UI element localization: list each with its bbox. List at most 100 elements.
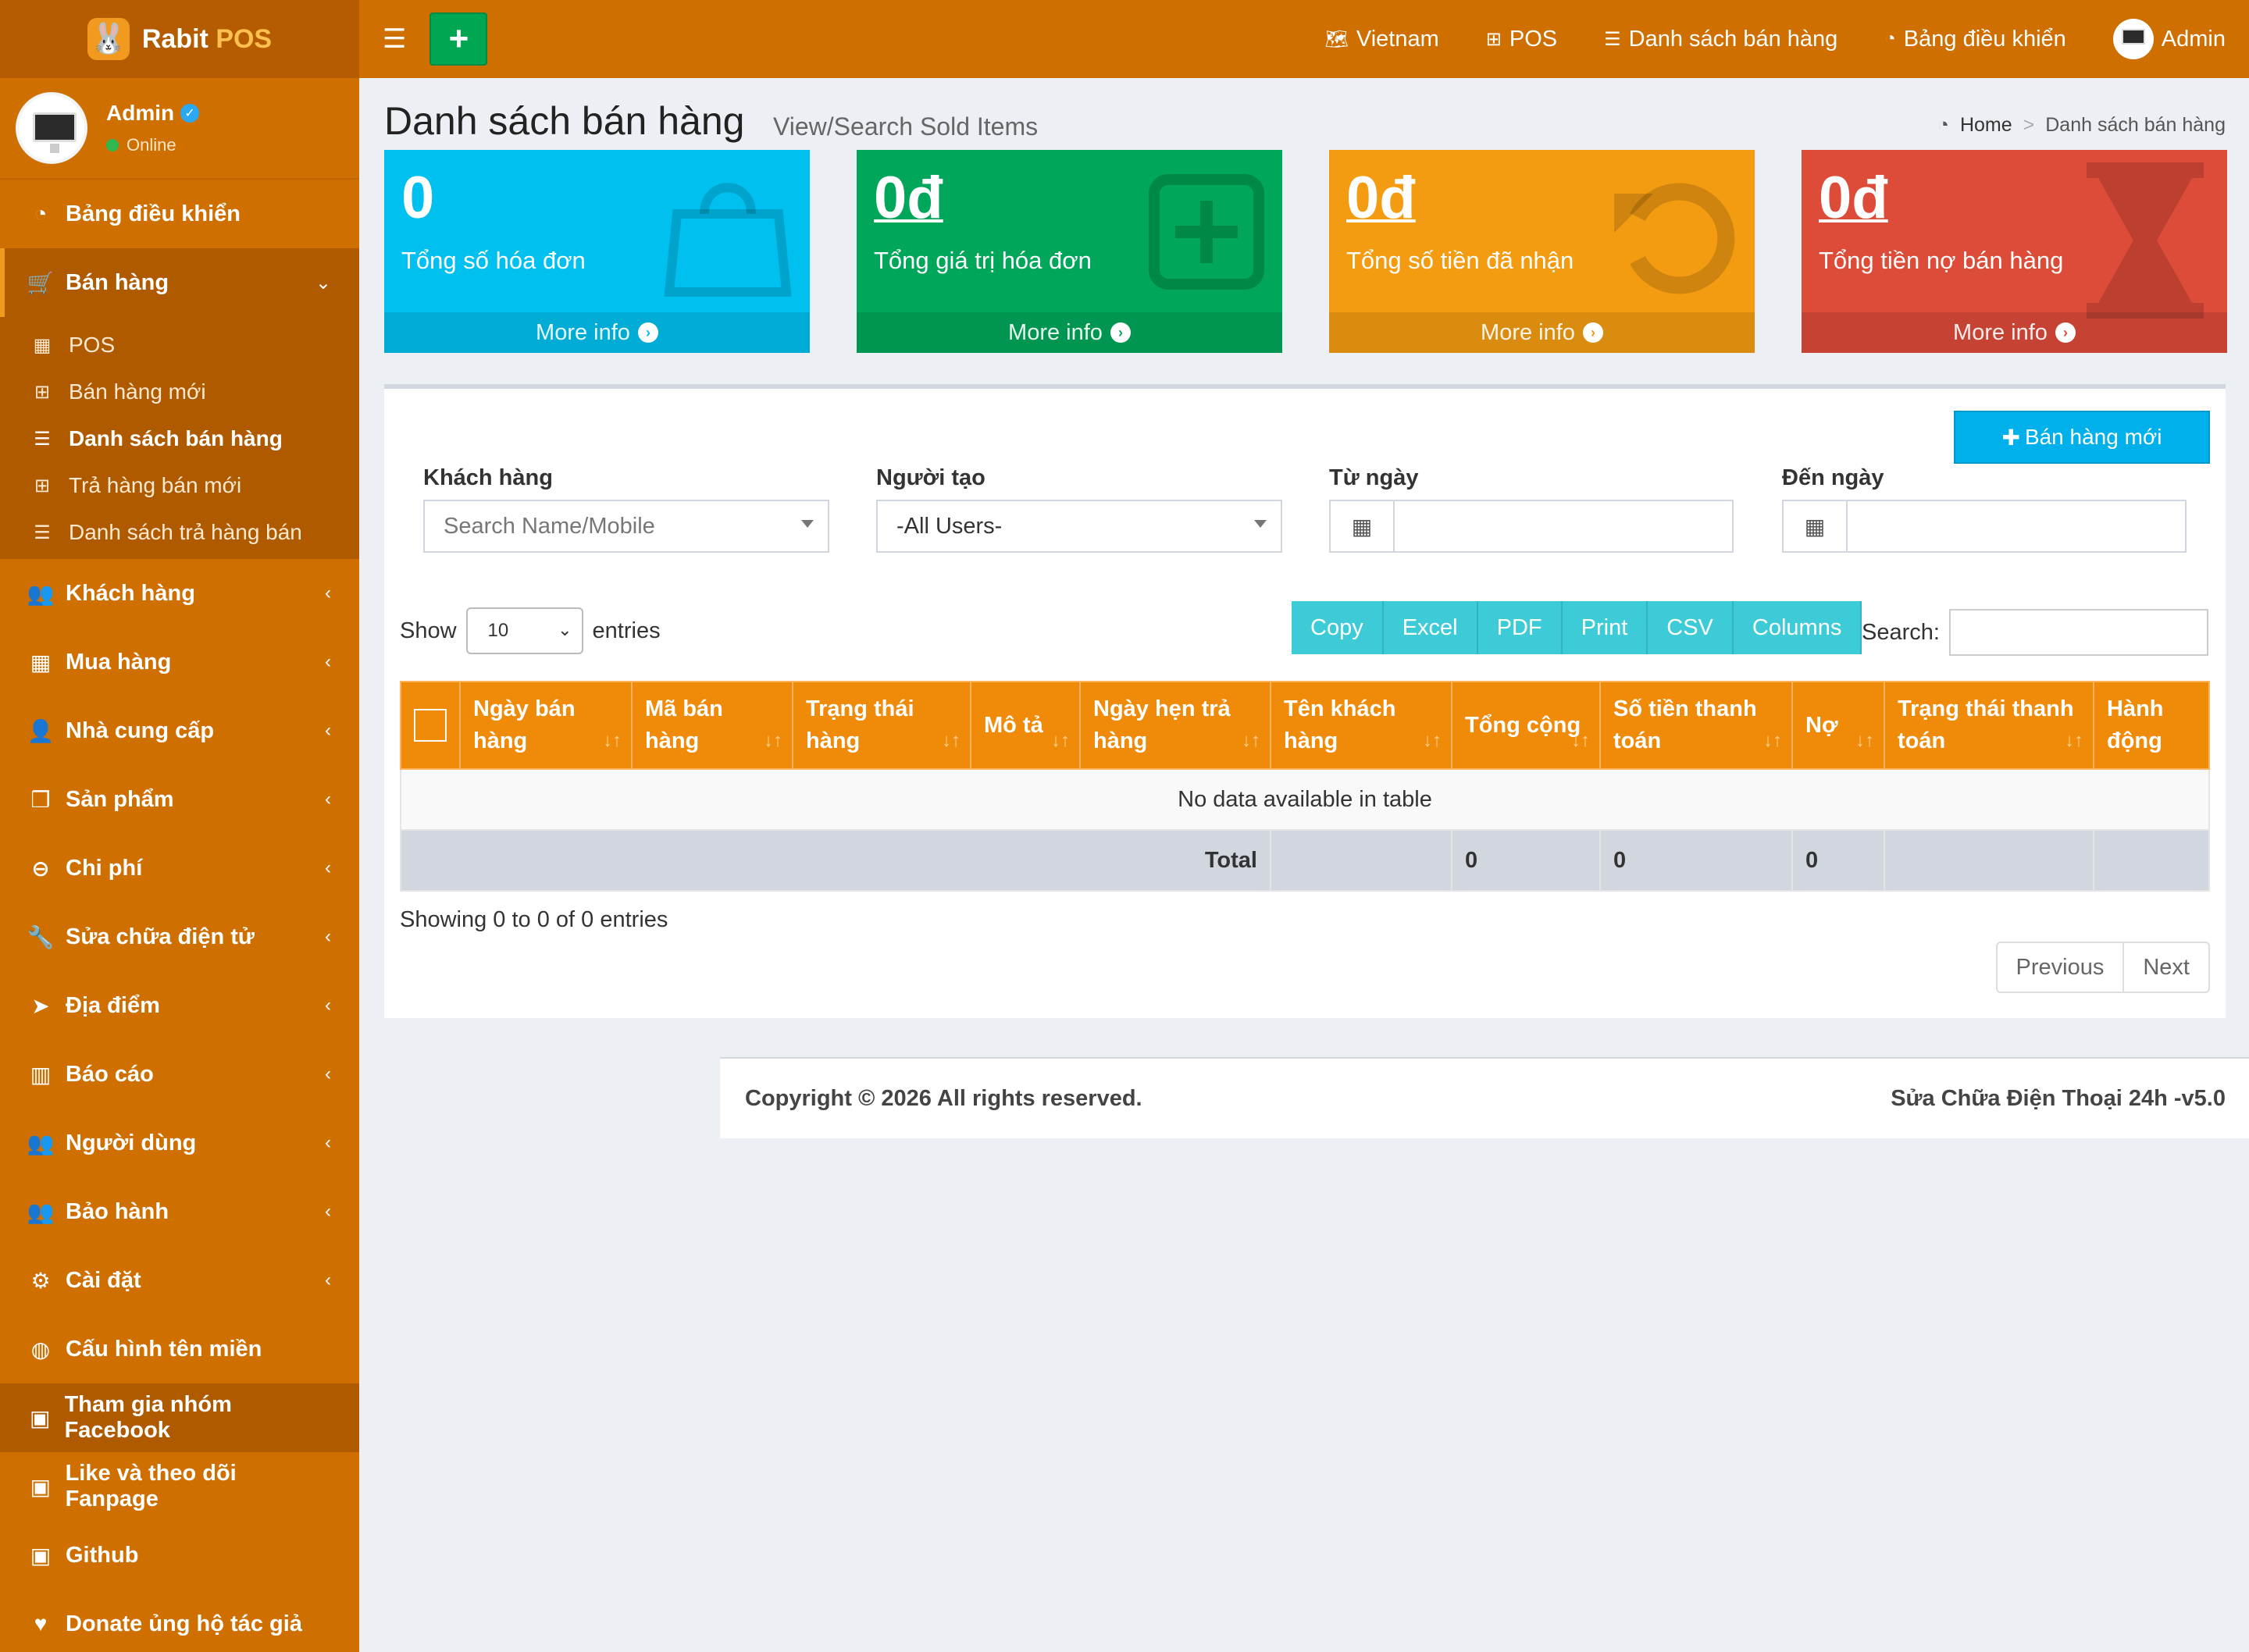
sidebar-item-label: Báo cáo [66,1061,154,1087]
submenu-item-sales-list[interactable]: ☰ Danh sách bán hàng [0,415,359,462]
breadcrumb-home[interactable]: Home [1960,114,2012,137]
users-icon: 👥 [27,1130,55,1155]
more-info-link[interactable]: More info › [1802,312,2227,353]
table-info: Showing 0 to 0 of 0 entries [400,907,668,932]
new-sale-button[interactable]: ✚ Bán hàng mới [1954,411,2210,464]
sidebar-item-warranty[interactable]: 👥 Bảo hành ‹ [0,1177,359,1246]
sidebar-item-purchases[interactable]: ▦ Mua hàng ‹ [0,628,359,696]
excel-button[interactable]: Excel [1383,601,1478,654]
col-item-status[interactable]: Trạng thái hàng ↓↑ [792,681,971,770]
user-menu[interactable]: Admin [2112,19,2226,59]
more-info-link[interactable]: More info › [857,312,1282,353]
col-debt[interactable]: Nợ ↓↑ [1791,681,1885,770]
copy-button[interactable]: Copy [1292,601,1384,654]
paper-plane-icon: ➤ [31,993,50,1018]
col-customer-name[interactable]: Tên khách hàng ↓↑ [1270,681,1452,770]
total-cell-empty [1270,829,1452,892]
customer-select[interactable]: Search Name/Mobile [423,500,829,553]
from-date-field[interactable]: ▦ [1329,500,1734,553]
more-info-link[interactable]: More info › [1329,312,1755,353]
sidebar-item-label: Chi phí [66,855,143,881]
topbar: ☰ + 🗺 Vietnam ⊞ POS ☰ Danh sách bán hàng ◔ B… [359,0,2249,78]
search-input[interactable] [1948,609,2208,656]
stat-value: 0đ [1819,165,1888,231]
sidebar-item-label: Donate ủng hộ tác giả [66,1611,302,1636]
caret-down-icon [1254,520,1267,528]
sidebar-item-settings[interactable]: ⚙ Cài đặt ‹ [0,1246,359,1315]
sidebar-item-donate[interactable]: ♥ Donate ủng hộ tác giả [0,1590,359,1652]
col-total[interactable]: Tổng cộng ↓↑ [1451,681,1601,770]
col-payment-status[interactable]: Trạng thái thanh toán ↓↑ [1884,681,2094,770]
chevron-left-icon: ‹ [325,1201,331,1222]
sidebar-item-label: Địa điểm [66,992,160,1018]
sidebar-item-facebook-group[interactable]: ▣ Tham gia nhóm Facebook [0,1383,359,1452]
topbar-dashboard-link[interactable]: ◔ Bảng điều khiển [1884,27,2066,52]
pdf-button[interactable]: PDF [1477,601,1563,654]
topbar-sales-list-link[interactable]: ☰ Danh sách bán hàng [1604,27,1837,52]
arrow-circle-right-icon: › [1582,322,1603,343]
logo[interactable]: 🐰 Rabit POS [0,0,359,78]
next-page-button[interactable]: Next [2122,943,2208,992]
col-sale-code[interactable]: Mã bán hàng ↓↑ [631,681,793,770]
content-header: Danh sách bán hàng View/Search Sold Item… [359,78,2249,150]
col-paid[interactable]: Số tiền thanh toán ↓↑ [1599,681,1793,770]
sidebar-item-github[interactable]: ▣ Github [0,1521,359,1590]
csv-button[interactable]: CSV [1648,601,1734,654]
column-label: Ngày hẹn trả hàng [1093,696,1231,753]
sales-table: Ngày bán hàng ↓↑ Mã bán hàng ↓↑ Trạng thái… [400,681,2210,892]
sidebar-item-reports[interactable]: ▥ Báo cáo ‹ [0,1040,359,1109]
submenu-item-pos[interactable]: ▦ POS [0,322,359,368]
chevron-left-icon: ‹ [325,926,331,947]
chevron-down-icon: ⌄ [315,272,331,294]
to-date-field[interactable]: ▦ [1782,500,2187,553]
more-info-label: More info [1008,319,1103,345]
page-length-select[interactable]: 10 ⌄ [465,607,583,654]
sort-icon: ↓↑ [1571,730,1590,752]
sidebar-item-label: Mua hàng [66,649,172,675]
submenu-item-return-list[interactable]: ☰ Danh sách trả hàng bán [0,509,359,556]
sidebar-item-expenses[interactable]: ⊖ Chi phí ‹ [0,834,359,903]
hamburger-menu-icon[interactable]: ☰ [383,23,406,55]
sidebar-item-customers[interactable]: 👥 Khách hàng ‹ [0,559,359,628]
total-cell-empty [2093,829,2210,892]
col-return-date[interactable]: Ngày hẹn trả hàng ↓↑ [1079,681,1271,770]
sidebar-item-repairs[interactable]: 🔧 Sửa chữa điện tử ‹ [0,903,359,971]
creator-select[interactable]: -All Users- [876,500,1282,553]
more-info-label: More info [1481,319,1575,345]
sidebar-item-fanpage[interactable]: ▣ Like và theo dõi Fanpage [0,1452,359,1521]
col-description[interactable]: Mô tả ↓↑ [970,681,1081,770]
briefcase-icon: ▣ [30,1543,52,1568]
logo-text: Rabit [141,23,209,54]
select-all-checkbox[interactable] [414,709,447,742]
sidebar-item-products[interactable]: ❒ Sản phẩm ‹ [0,765,359,834]
sidebar-item-dashboard[interactable]: ◔ Bảng điều khiển [0,180,359,248]
sidebar-item-suppliers[interactable]: 👤 Nhà cung cấp ‹ [0,696,359,765]
breadcrumb: ◔ Home > Danh sách bán hàng [1937,114,2226,137]
topbar-pos-link[interactable]: ⊞ POS [1486,27,1557,52]
column-label: Mô tả [984,712,1043,738]
column-label: Trạng thái thanh toán [1898,696,2074,753]
print-button[interactable]: Print [1562,601,1648,654]
total-sum: 0 [1451,829,1601,892]
sort-icon: ↓↑ [1423,730,1442,752]
creator-filter-label: Người tạo [876,465,985,490]
sales-submenu: ▦ POS ⊞ Bán hàng mới ☰ Danh sách bán hàng ⊞… [0,317,359,559]
sidebar-item-users[interactable]: 👥 Người dùng ‹ [0,1109,359,1177]
sidebar-item-label: Sửa chữa điện tử [66,924,255,949]
quick-add-button[interactable]: + [429,12,488,66]
grid-icon: ▦ [30,650,52,675]
sidebar: 🐰 Rabit POS Admin ✓ Online ◔ Bảng điều kh… [0,0,359,1652]
select-all-header [400,681,461,770]
col-sale-date[interactable]: Ngày bán hàng ↓↑ [459,681,633,770]
customer-filter-label: Khách hàng [423,465,553,490]
sidebar-item-domain-config[interactable]: ◍ Cấu hình tên miền [0,1315,359,1383]
submenu-item-new-return[interactable]: ⊞ Trả hàng bán mới [0,462,359,509]
sidebar-item-sales[interactable]: 🛒 Bán hàng ⌄ [0,248,359,317]
columns-button[interactable]: Columns [1733,601,1862,654]
more-info-link[interactable]: More info › [384,312,810,353]
stat-box-received: 0đ Tổng số tiền đã nhận More info › [1329,150,1755,353]
submenu-item-new-sale[interactable]: ⊞ Bán hàng mới [0,368,359,415]
sidebar-item-locations[interactable]: ➤ Địa điểm ‹ [0,971,359,1040]
previous-page-button[interactable]: Previous [1998,943,2123,992]
language-switch[interactable]: 🗺 Vietnam [1324,27,1438,52]
